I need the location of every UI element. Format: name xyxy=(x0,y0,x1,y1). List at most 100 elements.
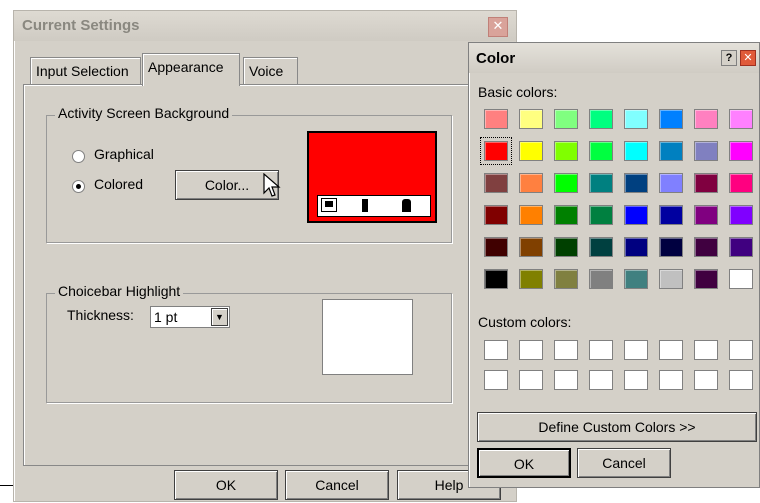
highlight-preview xyxy=(322,299,413,375)
custom-color-slot[interactable] xyxy=(484,370,508,390)
color-swatch[interactable] xyxy=(729,237,753,257)
radio-graphical-label: Graphical xyxy=(94,146,154,162)
custom-color-slot[interactable] xyxy=(519,370,543,390)
color-swatch[interactable] xyxy=(519,109,543,129)
custom-color-slot[interactable] xyxy=(484,340,508,360)
help-icon[interactable]: ? xyxy=(721,50,737,66)
color-swatch[interactable] xyxy=(729,173,753,193)
custom-color-slot[interactable] xyxy=(659,340,683,360)
color-swatch[interactable] xyxy=(729,109,753,129)
color-swatch[interactable] xyxy=(694,141,718,161)
color-swatch[interactable] xyxy=(589,269,613,289)
background-group-label: Activity Screen Background xyxy=(55,105,233,121)
color-swatch[interactable] xyxy=(519,205,543,225)
dialog-title: Current Settings xyxy=(22,17,140,34)
custom-color-slot[interactable] xyxy=(519,340,543,360)
color-swatch[interactable] xyxy=(659,269,683,289)
color-swatch[interactable] xyxy=(659,141,683,161)
ok-button[interactable]: OK xyxy=(174,470,278,500)
choicebar-group-label: Choicebar Highlight xyxy=(55,283,184,299)
color-swatch[interactable] xyxy=(484,173,508,193)
appearance-tab-panel: Activity Screen Background Graphical Col… xyxy=(23,84,513,466)
custom-color-slot[interactable] xyxy=(554,370,578,390)
color-swatch[interactable] xyxy=(589,141,613,161)
person-icon xyxy=(402,199,411,212)
color-swatch[interactable] xyxy=(480,137,512,165)
color-swatch[interactable] xyxy=(659,173,683,193)
color-swatch[interactable] xyxy=(659,205,683,225)
tab-appearance[interactable]: Appearance xyxy=(142,53,240,86)
color-dialog-title: Color xyxy=(476,50,516,67)
color-swatch[interactable] xyxy=(729,205,753,225)
color-swatch[interactable] xyxy=(589,173,613,193)
color-swatch[interactable] xyxy=(694,109,718,129)
color-swatch[interactable] xyxy=(694,237,718,257)
color-swatch[interactable] xyxy=(554,237,578,257)
color-swatch[interactable] xyxy=(484,269,508,289)
define-custom-colors-button[interactable]: Define Custom Colors >> xyxy=(477,412,757,442)
tab-input-selection[interactable]: Input Selection xyxy=(30,57,141,85)
color-cancel-button[interactable]: Cancel xyxy=(577,448,671,478)
background-group: Activity Screen Background Graphical Col… xyxy=(46,105,452,243)
color-swatch[interactable] xyxy=(554,205,578,225)
basic-colors-label: Basic colors: xyxy=(478,84,558,100)
color-swatch[interactable] xyxy=(554,109,578,129)
color-swatch[interactable] xyxy=(624,237,648,257)
color-swatch[interactable] xyxy=(624,109,648,129)
custom-color-slot[interactable] xyxy=(589,340,613,360)
custom-color-slot[interactable] xyxy=(589,370,613,390)
color-swatch[interactable] xyxy=(694,205,718,225)
color-swatch[interactable] xyxy=(554,173,578,193)
screen-icon xyxy=(321,198,337,212)
color-swatch[interactable] xyxy=(484,205,508,225)
choicebar-preview xyxy=(317,195,431,217)
title-bar[interactable]: Current Settings ✕ xyxy=(14,11,516,41)
tab-voice[interactable]: Voice xyxy=(243,57,298,85)
custom-color-slot[interactable] xyxy=(729,340,753,360)
radio-colored[interactable] xyxy=(72,180,85,193)
color-swatch[interactable] xyxy=(659,109,683,129)
radio-graphical[interactable] xyxy=(72,150,85,163)
custom-color-slot[interactable] xyxy=(729,370,753,390)
color-title-bar[interactable]: Color ? ✕ xyxy=(469,43,759,73)
color-swatch[interactable] xyxy=(729,269,753,289)
chevron-down-icon[interactable]: ▼ xyxy=(211,308,228,326)
color-swatch[interactable] xyxy=(589,237,613,257)
color-swatch[interactable] xyxy=(519,141,543,161)
color-swatch[interactable] xyxy=(589,109,613,129)
background-preview xyxy=(307,131,437,223)
custom-color-slot[interactable] xyxy=(659,370,683,390)
custom-color-slot[interactable] xyxy=(694,340,718,360)
color-swatch[interactable] xyxy=(484,109,508,129)
custom-color-slot[interactable] xyxy=(554,340,578,360)
close-icon[interactable]: ✕ xyxy=(740,50,756,66)
color-swatch[interactable] xyxy=(694,269,718,289)
background-window-edge xyxy=(0,485,13,503)
color-swatch[interactable] xyxy=(624,269,648,289)
custom-color-slot[interactable] xyxy=(624,370,648,390)
color-swatch[interactable] xyxy=(519,173,543,193)
color-swatch[interactable] xyxy=(484,237,508,257)
color-swatch[interactable] xyxy=(624,173,648,193)
custom-color-slot[interactable] xyxy=(694,370,718,390)
color-swatch[interactable] xyxy=(554,269,578,289)
thickness-value: 1 pt xyxy=(154,309,178,325)
color-swatch[interactable] xyxy=(554,141,578,161)
thickness-select[interactable]: 1 pt ▼ xyxy=(150,306,230,328)
color-swatch[interactable] xyxy=(729,141,753,161)
thickness-label: Thickness: xyxy=(67,307,134,323)
color-swatch[interactable] xyxy=(589,205,613,225)
color-swatch[interactable] xyxy=(624,141,648,161)
color-ok-button[interactable]: OK xyxy=(477,448,571,478)
color-swatch[interactable] xyxy=(519,269,543,289)
custom-colors-label: Custom colors: xyxy=(478,314,572,330)
choicebar-group: Choicebar Highlight Thickness: 1 pt ▼ xyxy=(46,283,452,403)
color-swatch[interactable] xyxy=(624,205,648,225)
cancel-button[interactable]: Cancel xyxy=(285,470,389,500)
custom-color-slot[interactable] xyxy=(624,340,648,360)
color-swatch[interactable] xyxy=(694,173,718,193)
close-icon[interactable]: ✕ xyxy=(488,17,508,37)
color-swatch[interactable] xyxy=(519,237,543,257)
mouse-cursor-icon xyxy=(263,173,281,197)
color-swatch[interactable] xyxy=(659,237,683,257)
